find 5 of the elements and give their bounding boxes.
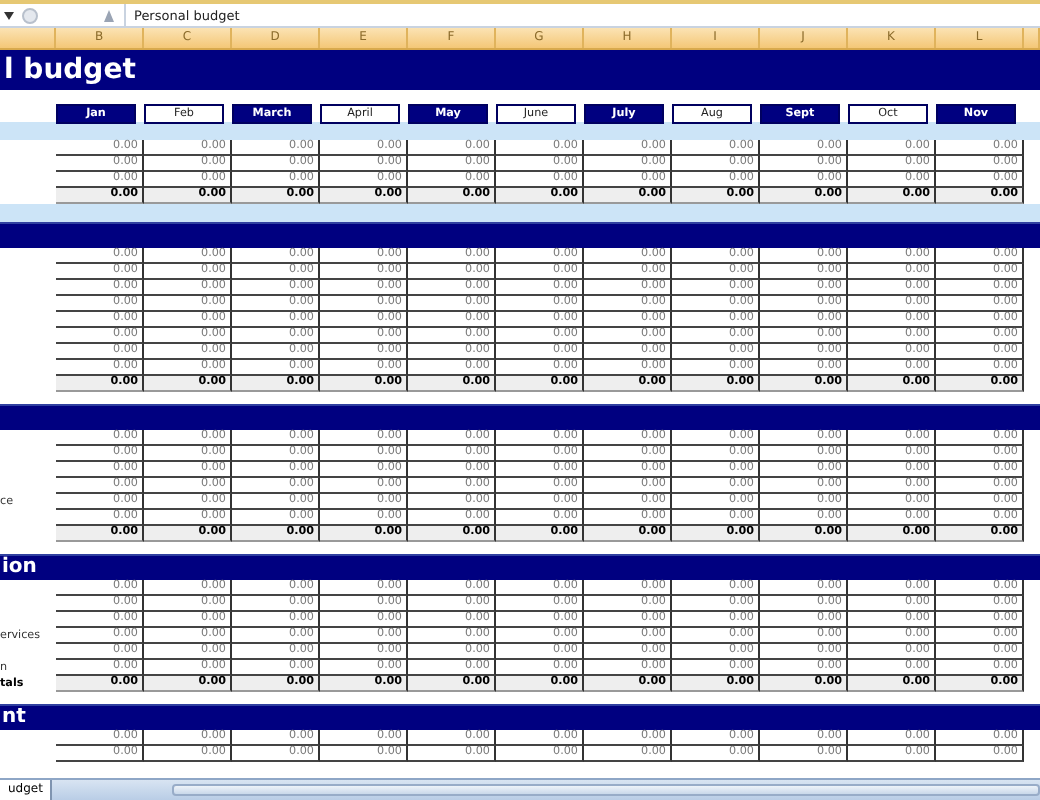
horizontal-scrollbar[interactable] xyxy=(172,784,1040,796)
section-header: ion xyxy=(0,554,1040,580)
section-header: nt xyxy=(0,704,1040,730)
sheet-title: l budget xyxy=(0,50,1040,90)
dropdown-arrow-icon[interactable] xyxy=(4,11,14,19)
